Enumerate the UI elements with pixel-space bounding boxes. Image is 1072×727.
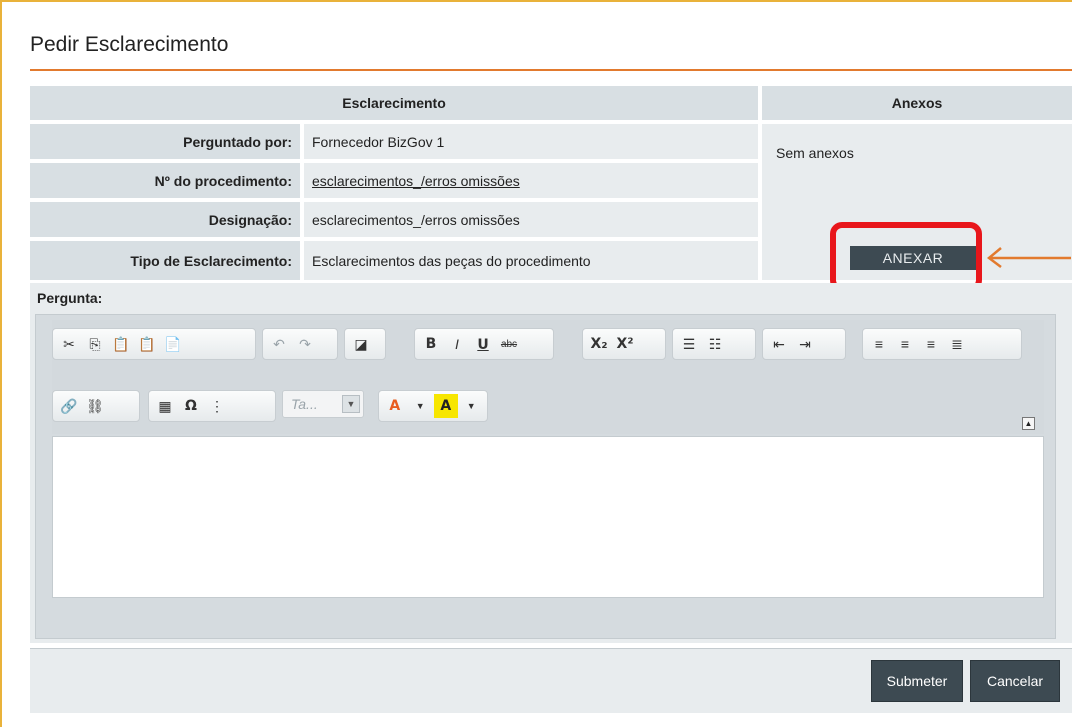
submit-button[interactable]: Submeter [871, 660, 963, 702]
anexos-header: Anexos [762, 86, 1072, 120]
perguntado-por-value: Fornecedor BizGov 1 [304, 124, 758, 159]
paste-icon[interactable]: 📋 [109, 332, 133, 356]
clipboard-group: ✂ ⎘ 📋 📋 📄 [52, 328, 256, 360]
link-icon[interactable]: 🔗 [57, 394, 81, 418]
style-group: B I U abc [414, 328, 554, 360]
frame-left-border [0, 0, 2, 727]
font-name-value: Ta... [291, 396, 318, 412]
page-title: Pedir Esclarecimento [30, 33, 229, 56]
num-procedimento-value: esclarecimentos_/erros omissões [304, 163, 758, 198]
eraser-icon[interactable]: ◪ [349, 332, 373, 356]
num-procedimento-link[interactable]: esclarecimentos_/erros omissões [312, 173, 520, 189]
pergunta-label: Pergunta: [37, 290, 103, 306]
outdent-icon[interactable]: ⇤ [767, 332, 791, 356]
script-group: X₂ X² [582, 328, 666, 360]
frame-top-border [0, 0, 1072, 2]
editor-toolbar: ✂ ⎘ 📋 📋 📄 ↶ ↷ ◪ B I U abc X₂ X² ☰ ☷ ⇤ ⇥ … [52, 320, 1044, 434]
copy-icon[interactable]: ⎘ [83, 332, 107, 356]
indent-icon[interactable]: ⇥ [793, 332, 817, 356]
chevron-down-icon[interactable]: ▼ [409, 394, 433, 418]
insert-group: ▦ Ω ⋮ [148, 390, 276, 422]
page-break-icon[interactable]: ⋮ [205, 394, 229, 418]
justify-icon[interactable]: ≣ [945, 332, 969, 356]
tipo-esclarecimento-value: Esclarecimentos das peças do procediment… [304, 241, 758, 280]
eraser-group: ◪ [344, 328, 386, 360]
align-group: ≡ ≡ ≡ ≣ [862, 328, 1022, 360]
align-right-icon[interactable]: ≡ [919, 332, 943, 356]
title-divider [30, 69, 1072, 71]
tipo-esclarecimento-label: Tipo de Esclarecimento: [30, 241, 300, 280]
subscript-icon[interactable]: X₂ [587, 332, 611, 356]
collapse-toolbar-icon[interactable]: ▲ [1022, 417, 1035, 430]
underline-icon[interactable]: U [471, 332, 495, 356]
italic-icon[interactable]: I [445, 332, 469, 356]
designacao-value: esclarecimentos_/erros omissões [304, 202, 758, 237]
color-group: A ▼ A ▼ [378, 390, 488, 422]
undo-icon[interactable]: ↶ [267, 332, 291, 356]
chevron-down-icon[interactable]: ▼ [342, 395, 360, 413]
paste-text-icon[interactable]: 📋 [135, 332, 159, 356]
history-group: ↶ ↷ [262, 328, 338, 360]
indent-group: ⇤ ⇥ [762, 328, 846, 360]
bullet-list-icon[interactable]: ☷ [703, 332, 727, 356]
pergunta-editor-body[interactable] [52, 436, 1044, 598]
designacao-label: Designação: [30, 202, 300, 237]
align-left-icon[interactable]: ≡ [867, 332, 891, 356]
num-procedimento-label: Nº do procedimento: [30, 163, 300, 198]
cancel-button[interactable]: Cancelar [970, 660, 1060, 702]
background-color-icon[interactable]: A [434, 394, 458, 418]
text-color-icon[interactable]: A [383, 394, 407, 418]
sem-anexos-text: Sem anexos [776, 145, 854, 161]
strikethrough-icon[interactable]: abc [497, 332, 521, 356]
annotation-arrow-icon [986, 247, 1071, 268]
link-group: 🔗 ⛓ [52, 390, 140, 422]
cut-icon[interactable]: ✂ [57, 332, 81, 356]
list-group: ☰ ☷ [672, 328, 756, 360]
annotation-highlight-box [830, 222, 982, 292]
bold-icon[interactable]: B [419, 332, 443, 356]
align-center-icon[interactable]: ≡ [893, 332, 917, 356]
numbered-list-icon[interactable]: ☰ [677, 332, 701, 356]
chevron-down-icon[interactable]: ▼ [460, 394, 484, 418]
superscript-icon[interactable]: X² [613, 332, 637, 356]
redo-icon[interactable]: ↷ [293, 332, 317, 356]
font-name-combo[interactable]: Ta... ▼ [282, 390, 364, 418]
esclarecimento-header: Esclarecimento [30, 86, 758, 120]
paste-word-icon[interactable]: 📄 [161, 332, 185, 356]
unlink-icon[interactable]: ⛓ [83, 394, 107, 418]
table-icon[interactable]: ▦ [153, 394, 177, 418]
perguntado-por-label: Perguntado por: [30, 124, 300, 159]
special-char-icon[interactable]: Ω [179, 394, 203, 418]
